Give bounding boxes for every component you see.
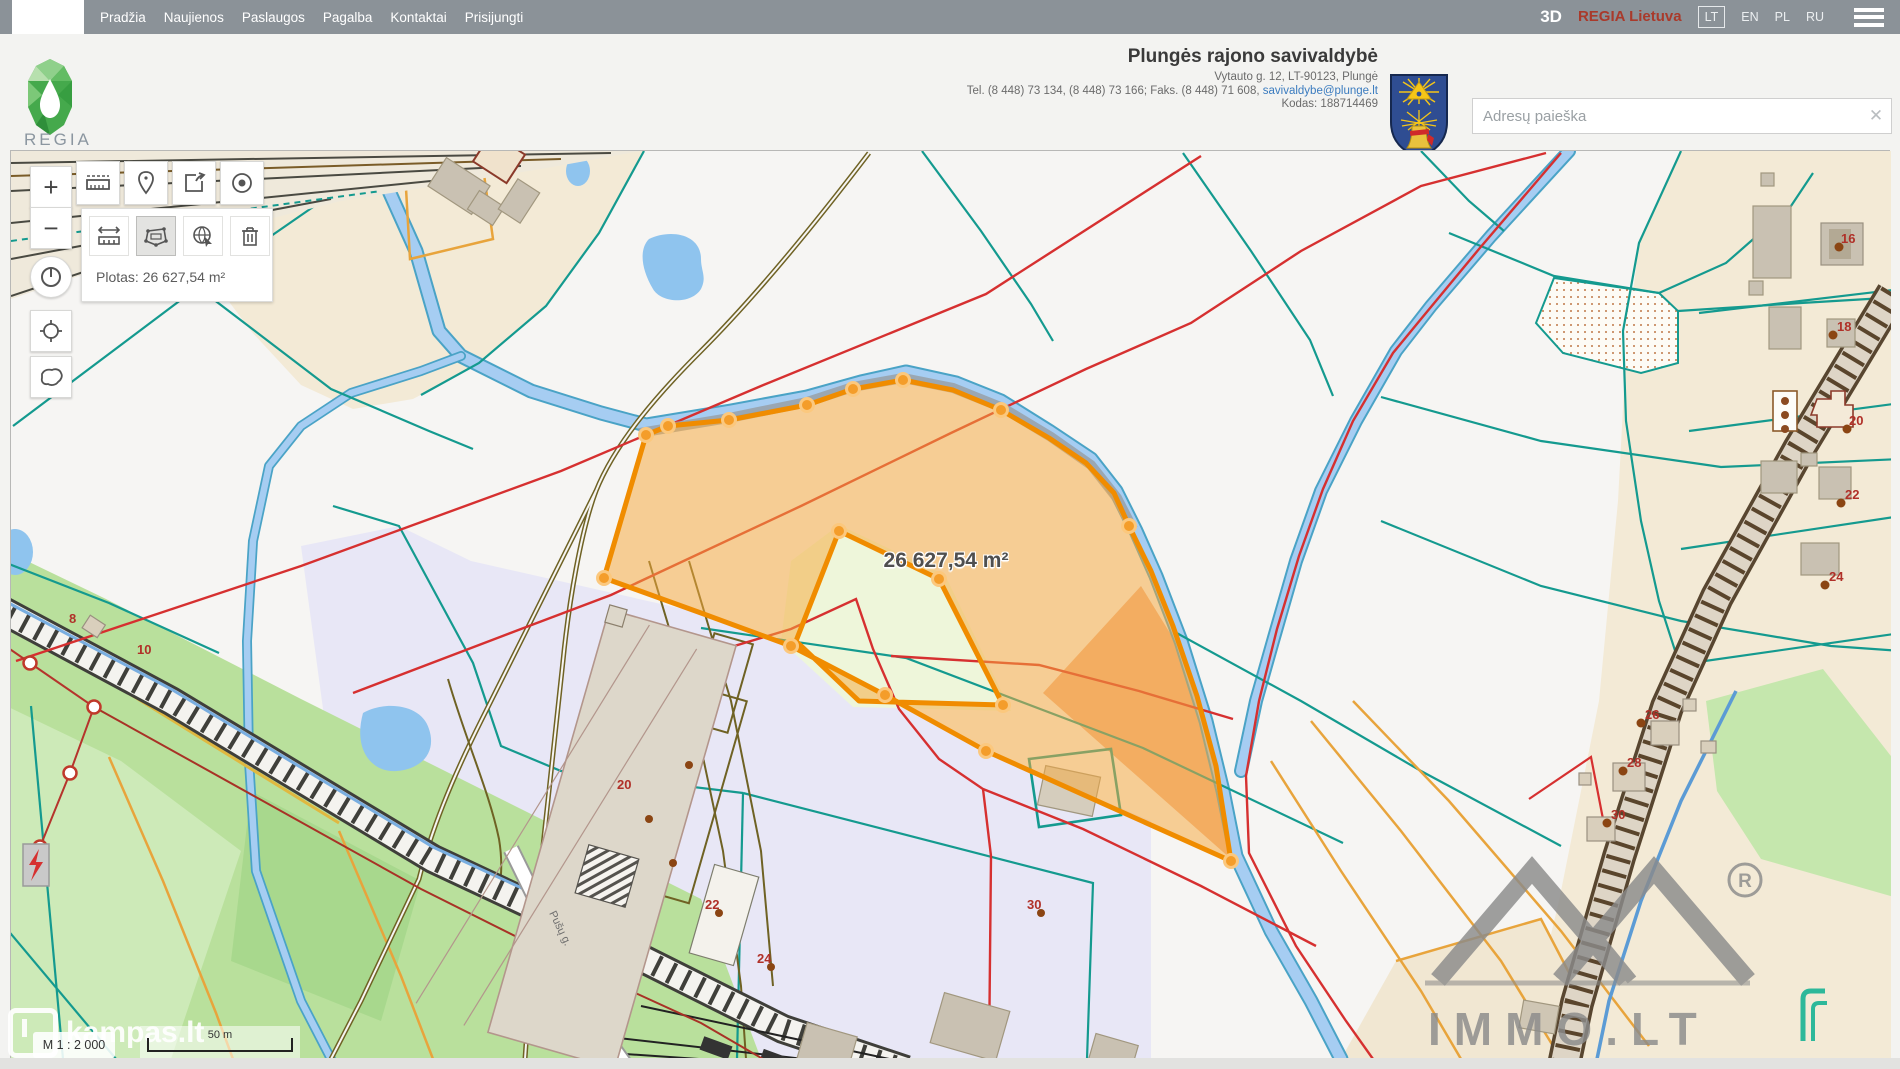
address-search: ✕: [1472, 98, 1892, 134]
svg-text:16: 16: [1841, 231, 1855, 246]
language-en[interactable]: EN: [1741, 10, 1758, 24]
page-header: REGIA Plungės rajono savivaldybė Vytauto…: [0, 34, 1900, 150]
measure-coordinates-button[interactable]: [183, 216, 223, 256]
menu-item-pagalba[interactable]: Pagalba: [323, 10, 373, 25]
regia-logo-text: REGIA: [24, 130, 92, 150]
svg-text:30: 30: [1027, 897, 1041, 912]
area-icon: [143, 224, 169, 248]
compass-reset-button[interactable]: [30, 256, 72, 298]
measure-panel: Plotas: 26 627,54 m²: [81, 208, 273, 302]
map-scale-text: M 1 : 2 000: [33, 1032, 115, 1058]
crosshair-icon: [39, 319, 63, 343]
municipality-title: Plungės rajono savivaldybė: [738, 46, 1378, 68]
circle-dot-icon: [230, 171, 254, 195]
share-map-button[interactable]: [172, 161, 216, 205]
search-input[interactable]: [1473, 108, 1861, 125]
municipality-info: Plungės rajono savivaldybė Vytauto g. 12…: [738, 46, 1378, 112]
hamburger-menu-icon[interactable]: [1854, 8, 1884, 27]
measure-tool-button[interactable]: [76, 161, 120, 205]
regia-app: Pradžia Naujienos Paslaugos Pagalba Kont…: [0, 0, 1900, 1069]
map-pin-icon: [136, 171, 156, 195]
measure-area-button[interactable]: [136, 216, 176, 256]
svg-text:18: 18: [1837, 319, 1851, 334]
geolocate-button[interactable]: [30, 310, 72, 352]
ruler-icon: [85, 172, 111, 194]
menu-item-kontaktai[interactable]: Kontaktai: [390, 10, 446, 25]
zoom-in-button[interactable]: +: [30, 166, 72, 208]
municipality-code: Kodas: 188714469: [738, 98, 1378, 112]
trash-icon: [240, 224, 260, 248]
logo-tab: [12, 0, 84, 35]
search-clear-icon[interactable]: ✕: [1861, 106, 1891, 126]
regia-lietuva-link[interactable]: REGIA Lietuva: [1578, 8, 1682, 26]
view-3d-button[interactable]: 3D: [1540, 7, 1562, 27]
distance-icon: [96, 225, 122, 247]
coat-of-arms: [1390, 74, 1448, 158]
svg-text:8: 8: [69, 611, 76, 626]
select-point-button[interactable]: [220, 161, 264, 205]
bottom-strip: [0, 1058, 1900, 1069]
menu-item-naujienos[interactable]: Naujienos: [164, 10, 224, 25]
share-icon: [182, 171, 206, 195]
area-readout: Plotas: 26 627,54 m²: [96, 269, 225, 285]
svg-text:20: 20: [617, 777, 631, 792]
full-extent-button[interactable]: [30, 356, 72, 398]
measure-clear-button[interactable]: [230, 216, 270, 256]
menu-item-paslaugos[interactable]: Paslaugos: [242, 10, 305, 25]
map-scalebar: 50 m: [140, 1026, 300, 1058]
svg-text:22: 22: [705, 897, 719, 912]
measure-distance-button[interactable]: [89, 216, 129, 256]
lithuania-outline-icon: [38, 366, 64, 388]
map-canvas[interactable]: 8 10 16 18 20 22 24 26 28 30 22 24 30 20…: [10, 150, 1890, 1058]
nav-right-cluster: 3D REGIA Lietuva LT EN PL RU: [1540, 0, 1884, 34]
add-marker-button[interactable]: [124, 161, 168, 205]
municipality-contacts: Tel. (8 448) 73 134, (8 448) 73 166; Fak…: [967, 85, 1260, 97]
svg-text:10: 10: [137, 642, 151, 657]
language-ru[interactable]: RU: [1806, 10, 1824, 24]
svg-text:26: 26: [1645, 707, 1659, 722]
main-menu: Pradžia Naujienos Paslaugos Pagalba Kont…: [100, 0, 523, 34]
svg-text:22: 22: [1845, 487, 1859, 502]
menu-item-prisijungti[interactable]: Prisijungti: [465, 10, 524, 25]
zoom-out-button[interactable]: −: [30, 207, 72, 249]
transformer-icon: [23, 844, 49, 886]
language-pl[interactable]: PL: [1775, 10, 1790, 24]
language-lt[interactable]: LT: [1698, 6, 1726, 28]
globe-cursor-icon: [191, 224, 215, 248]
menu-item-pradzia[interactable]: Pradžia: [100, 10, 146, 25]
top-navbar: Pradžia Naujienos Paslaugos Pagalba Kont…: [0, 0, 1900, 34]
svg-text:30: 30: [1611, 807, 1625, 822]
svg-text:24: 24: [757, 951, 772, 966]
municipality-email-link[interactable]: savivaldybe@plunge.lt: [1263, 85, 1378, 97]
map-drawing: 8 10 16 18 20 22 24 26 28 30 22 24 30 20…: [11, 151, 1891, 1059]
compass-icon: [39, 265, 63, 289]
svg-text:24: 24: [1829, 569, 1844, 584]
municipality-address: Vytauto g. 12, LT-90123, Plungė: [738, 71, 1378, 85]
svg-text:20: 20: [1849, 413, 1863, 428]
svg-text:28: 28: [1627, 755, 1641, 770]
